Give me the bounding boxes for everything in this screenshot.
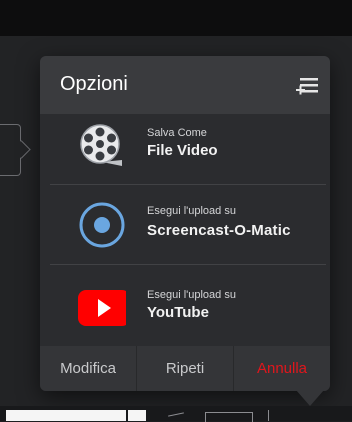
bottom-bar-segment [128,410,146,421]
option-save-video-file[interactable]: Salva Come File Video [50,114,326,185]
option-title: File Video [147,142,218,159]
menu-add-icon[interactable] [296,77,320,95]
option-label: Esegui l'upload su [147,205,236,217]
side-handle[interactable] [0,124,21,176]
top-strip [0,0,352,36]
option-label: Esegui l'upload su [147,289,236,301]
youtube-icon [78,290,126,326]
popup-title: Opzioni [60,73,128,95]
popup-footer: Modifica Ripeti Annulla [40,346,330,391]
option-title: Screencast-O-Matic [147,222,291,239]
option-upload-youtube[interactable]: Esegui l'upload su YouTube [50,265,326,345]
option-upload-screencast-o-matic[interactable]: Esegui l'upload su Screencast-O-Matic [50,185,326,265]
screencast-o-matic-icon [79,202,125,248]
options-popup: Opzioni Salva Come File Video Esegui l'u… [40,56,330,406]
option-title: YouTube [147,304,209,321]
cancel-button[interactable]: Annulla [234,346,330,391]
bottom-bar-segment [6,410,126,421]
option-label: Salva Come [147,127,207,139]
popup-header: Opzioni [40,56,330,114]
film-reel-icon [80,124,122,166]
popup-pointer [296,390,324,406]
edit-button[interactable]: Modifica [40,346,137,391]
repeat-button[interactable]: Ripeti [137,346,234,391]
bottom-divider [268,410,269,421]
